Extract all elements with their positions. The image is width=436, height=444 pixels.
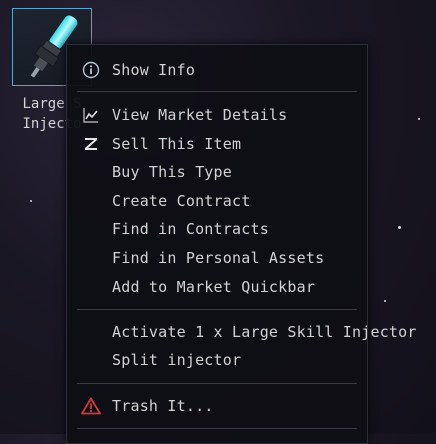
menu-item-label: Trash It... xyxy=(112,397,214,415)
context-menu: Show Info View Market Details Sell This … xyxy=(66,44,416,444)
menu-separator xyxy=(77,91,357,92)
menu-separator xyxy=(77,383,357,384)
menu-item-label: Sell This Item xyxy=(112,135,242,153)
market-chart-icon xyxy=(81,105,101,125)
menu-separator xyxy=(77,428,357,429)
menu-item-view-market-details[interactable]: View Market Details xyxy=(67,102,367,128)
menu-item-label: Find in Contracts xyxy=(112,220,269,238)
menu-separator xyxy=(77,309,357,310)
menu-item-create-contract[interactable]: Create Contract xyxy=(67,188,367,214)
menu-item-label: Create Contract xyxy=(112,192,251,210)
warning-icon xyxy=(81,396,101,416)
background-star xyxy=(30,200,32,202)
info-icon xyxy=(81,60,101,80)
menu-item-find-in-contracts[interactable]: Find in Contracts xyxy=(67,216,367,242)
menu-item-activate-injector[interactable]: Activate 1 x Large Skill Injector xyxy=(67,319,416,345)
menu-item-split-injector[interactable]: Split injector xyxy=(67,347,367,373)
background-star xyxy=(418,118,420,120)
menu-item-find-in-personal-assets[interactable]: Find in Personal Assets xyxy=(67,245,367,271)
background-star xyxy=(384,300,386,302)
menu-item-label: View Market Details xyxy=(112,106,288,124)
menu-item-show-info[interactable]: Show Info xyxy=(67,57,367,83)
menu-item-label: Activate 1 x Large Skill Injector xyxy=(112,323,417,341)
menu-item-buy-this-type[interactable]: Buy This Type xyxy=(67,159,367,185)
menu-item-label: Buy This Type xyxy=(112,163,232,181)
menu-item-label: Show Info xyxy=(112,61,196,79)
menu-item-sell-this-item[interactable]: Sell This Item xyxy=(67,131,367,157)
menu-item-label: Split injector xyxy=(112,351,242,369)
menu-item-label: Find in Personal Assets xyxy=(112,249,325,267)
menu-item-trash-it[interactable]: Trash It... xyxy=(67,393,367,419)
background-star xyxy=(398,226,401,229)
menu-item-label: Add to Market Quickbar xyxy=(112,278,316,296)
menu-item-add-to-market-quickbar[interactable]: Add to Market Quickbar xyxy=(67,274,367,300)
sell-z-icon xyxy=(81,134,101,154)
